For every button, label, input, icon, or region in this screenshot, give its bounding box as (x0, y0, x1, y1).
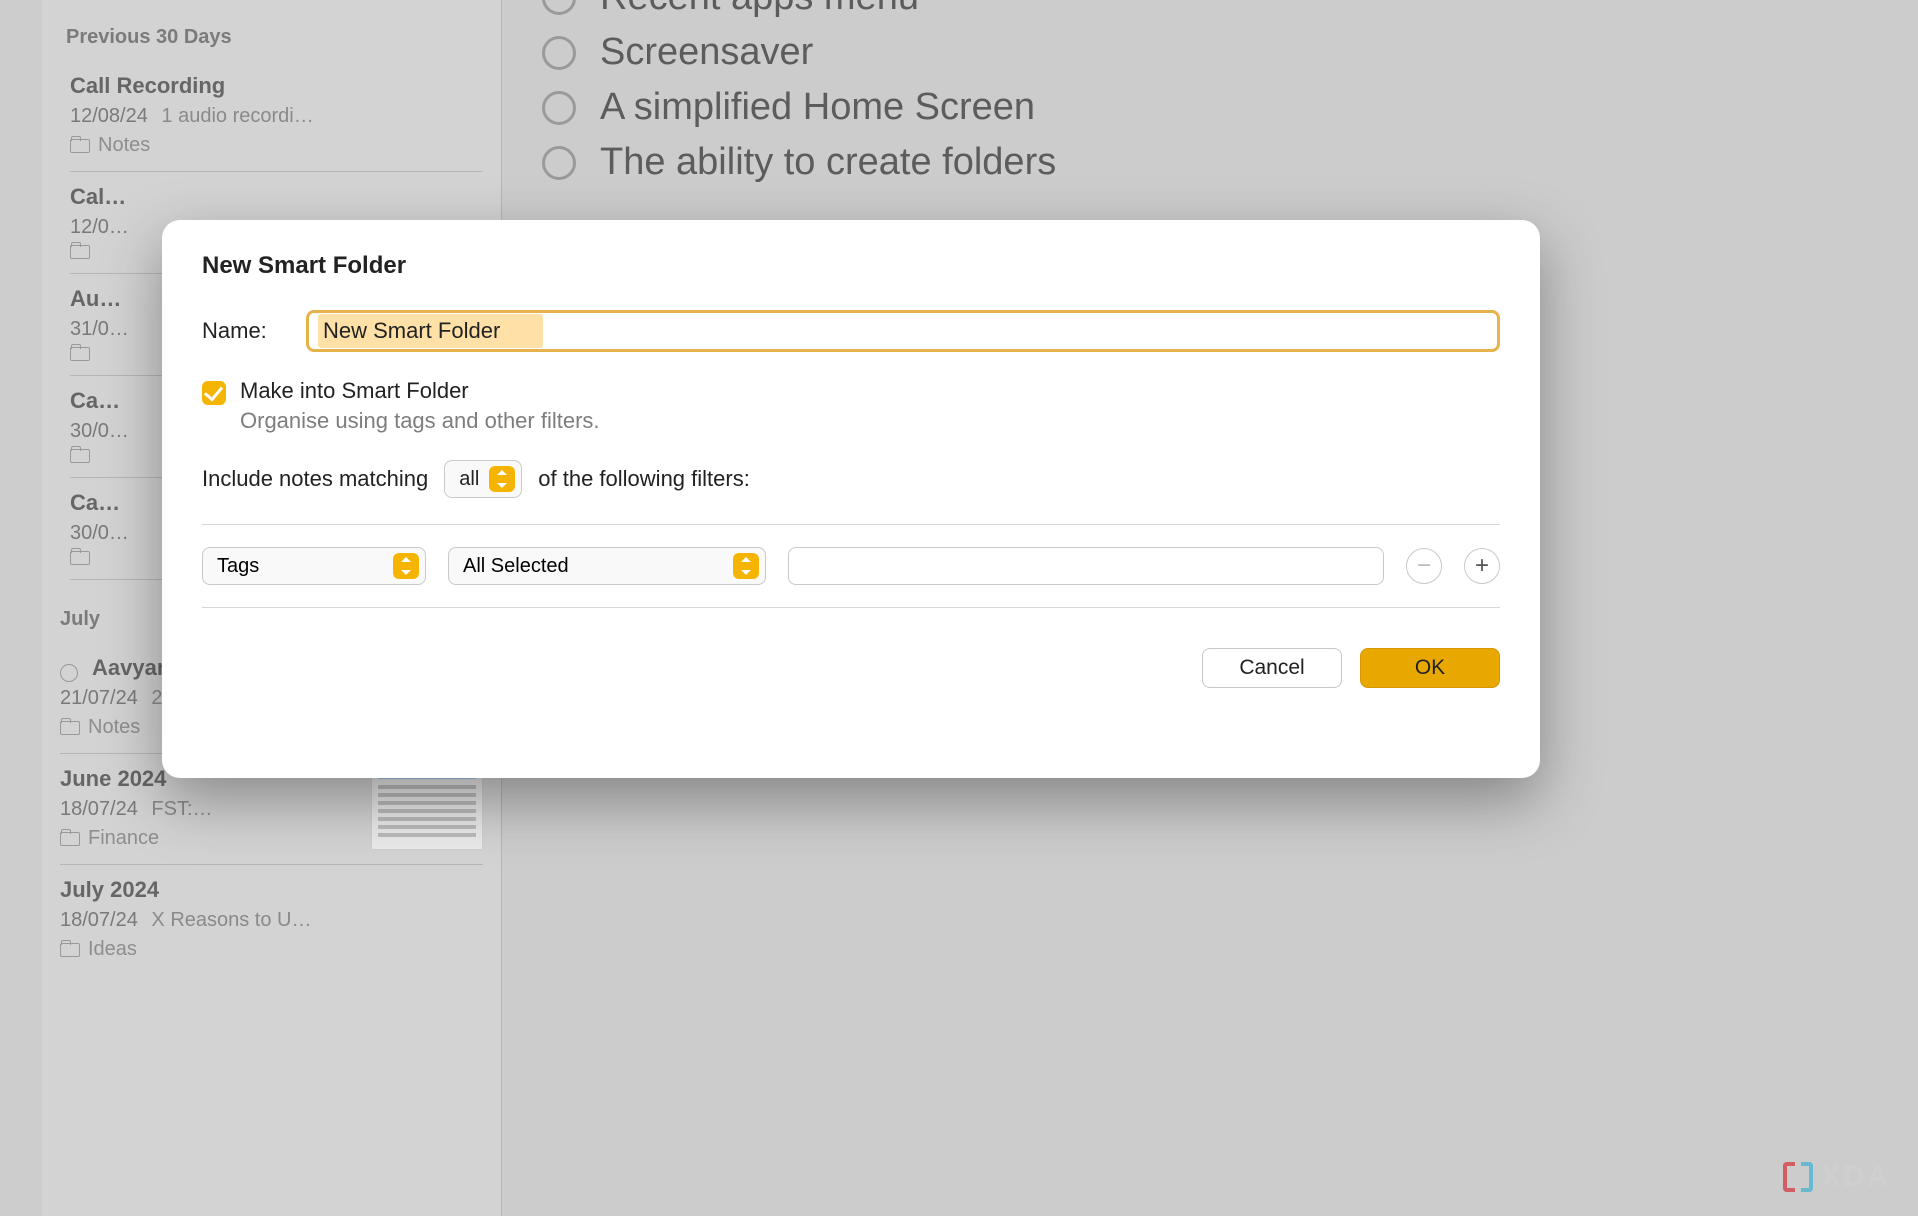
match-mode-popup[interactable]: all (444, 460, 522, 498)
cancel-button[interactable]: Cancel (1202, 648, 1342, 688)
updown-icon (393, 553, 419, 579)
ok-button[interactable]: OK (1360, 648, 1500, 688)
smart-folder-checkbox-label: Make into Smart Folder (240, 378, 600, 404)
match-mode-value: all (459, 468, 479, 491)
folder-name-input[interactable] (306, 310, 1500, 352)
xda-logo-icon (1783, 1162, 1813, 1192)
add-filter-button[interactable]: + (1464, 548, 1500, 584)
new-smart-folder-dialog: New Smart Folder Name: Make into Smart F… (162, 220, 1540, 778)
smart-folder-checkbox-sub: Organise using tags and other filters. (240, 408, 600, 434)
smart-folder-checkbox[interactable] (202, 381, 226, 405)
filter-value-input[interactable] (788, 547, 1384, 585)
plus-icon: + (1475, 552, 1489, 580)
name-label: Name: (202, 318, 282, 344)
minus-icon: − (1417, 552, 1431, 580)
match-suffix-label: of the following filters: (538, 466, 750, 492)
filter-type-value: Tags (217, 555, 259, 578)
match-prefix-label: Include notes matching (202, 466, 428, 492)
modal-overlay: New Smart Folder Name: Make into Smart F… (0, 0, 1918, 1216)
filter-scope-value: All Selected (463, 555, 569, 578)
dialog-title: New Smart Folder (202, 252, 1500, 280)
filter-row: Tags All Selected − + (202, 525, 1500, 608)
filter-scope-popup[interactable]: All Selected (448, 547, 766, 585)
updown-icon (489, 466, 515, 492)
xda-watermark: XDA (1783, 1160, 1890, 1194)
xda-logo-text: XDA (1821, 1160, 1890, 1194)
filter-type-popup[interactable]: Tags (202, 547, 426, 585)
updown-icon (733, 553, 759, 579)
remove-filter-button[interactable]: − (1406, 548, 1442, 584)
